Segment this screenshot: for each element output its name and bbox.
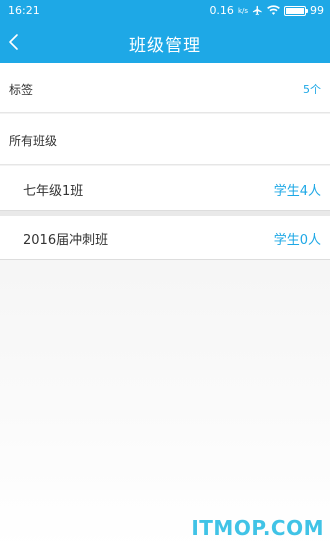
network-speed: 0.16 [209, 4, 234, 17]
tags-count: 5个 [303, 83, 321, 96]
status-indicators: 0.16 k/s 99 [209, 4, 324, 17]
student-count: 学生0人 [273, 233, 321, 248]
tags-row[interactable]: 标签 5个 [0, 63, 330, 113]
class-name: 七年级1班 [23, 184, 84, 199]
navbar: 班级管理 [0, 22, 330, 63]
page-title: 班级管理 [129, 36, 201, 56]
all-classes-label: 所有班级 [9, 134, 58, 148]
student-count: 学生4人 [273, 184, 321, 199]
battery-icon [284, 5, 308, 16]
class-row[interactable]: 七年级1班 学生4人 [0, 166, 330, 211]
network-speed-unit: k/s [237, 7, 248, 15]
class-row[interactable]: 2016届冲刺班 学生0人 [0, 216, 330, 260]
status-time: 16:21 [8, 4, 40, 17]
all-classes-header: 所有班级 [0, 114, 330, 165]
battery-percent: 99 [310, 4, 324, 17]
battery-level [286, 7, 304, 14]
header: 16:21 0.16 k/s 99 班级管理 [0, 0, 330, 63]
class-management-list: 标签 5个 所有班级 七年级1班 学生4人 2016届冲刺班 学生0人 ITMO… [0, 63, 330, 550]
status-bar: 16:21 0.16 k/s 99 [0, 0, 330, 22]
watermark-logo: ITMOP.COM [191, 516, 324, 540]
airplane-icon [252, 5, 262, 16]
class-name: 2016届冲刺班 [23, 233, 109, 248]
tags-label: 标签 [9, 83, 34, 97]
wifi-icon [267, 5, 280, 15]
